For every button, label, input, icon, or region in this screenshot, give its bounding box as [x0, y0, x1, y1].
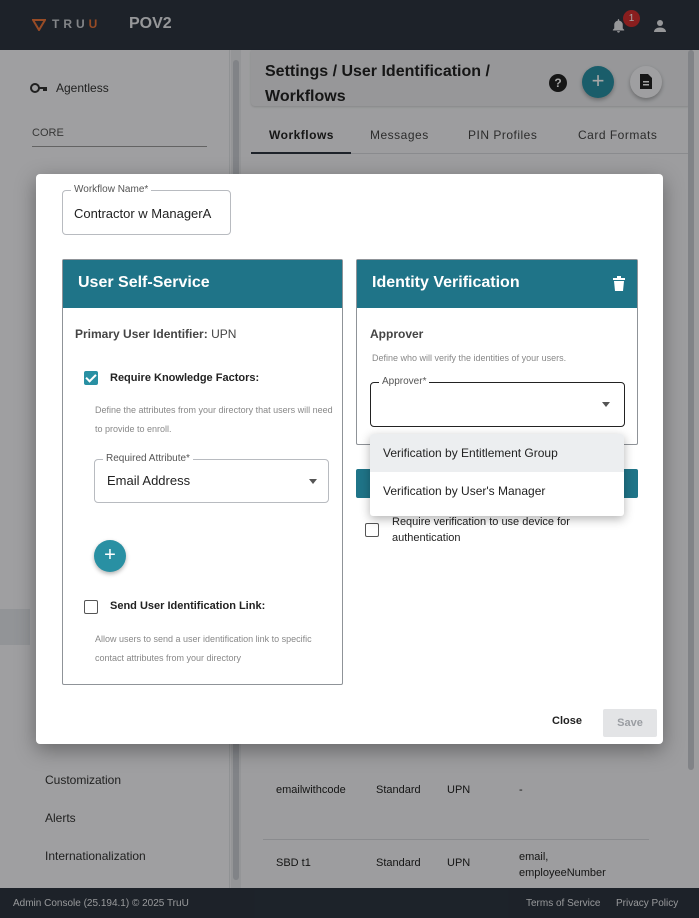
- send-link-help: Allow users to send a user identificatio…: [95, 634, 312, 663]
- require-knowledge-factors-checkbox[interactable]: [84, 371, 98, 385]
- approver-label: Approver*: [379, 376, 430, 387]
- workflow-name-input[interactable]: Contractor w ManagerA: [74, 206, 211, 221]
- knowledge-factors-help: Define the attributes from your director…: [95, 405, 333, 434]
- primary-user-identifier: Primary User Identifier: UPN: [75, 327, 236, 341]
- user-self-service-title: User Self-Service: [63, 260, 342, 308]
- option-entitlement-group[interactable]: Verification by Entitlement Group: [370, 434, 624, 472]
- required-attribute-value: Email Address: [107, 473, 191, 488]
- option-users-manager[interactable]: Verification by User's Manager: [370, 472, 624, 510]
- approver-select[interactable]: Approver*: [370, 376, 625, 427]
- save-button[interactable]: Save: [603, 709, 657, 737]
- required-attribute-label: Required Attribute*: [103, 453, 193, 464]
- send-identification-link-checkbox[interactable]: [84, 600, 98, 614]
- approver-title: Approver: [370, 327, 424, 341]
- device-verification-checkbox[interactable]: [365, 523, 379, 537]
- required-attribute-select[interactable]: Required Attribute* Email Address: [94, 453, 329, 503]
- workflow-name-field[interactable]: Workflow Name* Contractor w ManagerA: [62, 184, 231, 235]
- send-identification-link-label: Send User Identification Link:: [110, 600, 266, 612]
- device-verification-label: Require verification to use device for a…: [392, 516, 570, 544]
- add-attribute-button[interactable]: +: [94, 540, 126, 572]
- chevron-down-icon: [602, 402, 610, 407]
- chevron-down-icon: [309, 479, 317, 484]
- require-knowledge-factors-label: Require Knowledge Factors:: [110, 372, 260, 384]
- primary-identifier-value: UPN: [211, 327, 237, 341]
- workflow-name-label: Workflow Name*: [71, 184, 152, 195]
- primary-identifier-label: Primary User Identifier:: [75, 327, 208, 341]
- identity-verification-card: Identity Verification Approver Define wh…: [356, 259, 638, 445]
- identity-verification-title: Identity Verification: [357, 260, 637, 308]
- approver-dropdown-menu: Verification by Entitlement Group Verifi…: [370, 434, 624, 516]
- close-button[interactable]: Close: [552, 715, 582, 727]
- trash-icon[interactable]: [613, 276, 625, 291]
- user-self-service-card: User Self-Service Primary User Identifie…: [62, 259, 343, 685]
- approver-help: Define who will verify the identities of…: [372, 353, 567, 363]
